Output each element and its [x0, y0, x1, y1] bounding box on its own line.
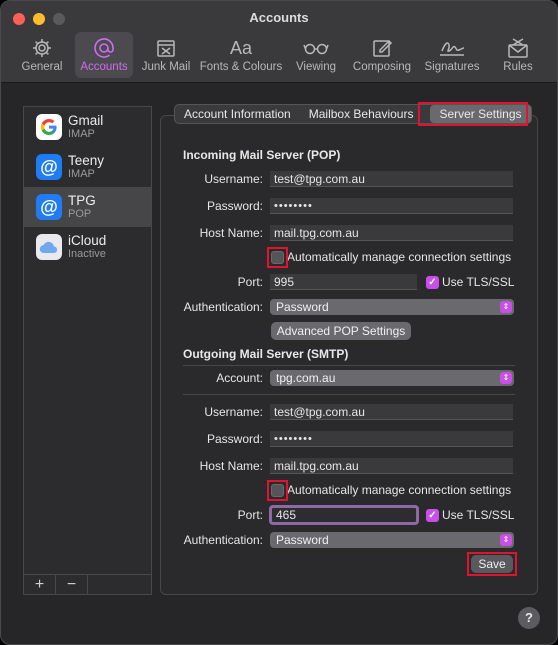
junk-icon	[155, 37, 177, 59]
rules-icon	[506, 37, 530, 59]
account-gmail[interactable]: Gmail IMAP	[24, 107, 151, 147]
incoming-host-label: Host Name:	[199, 226, 263, 240]
accounts-window: Accounts General Accounts Junk Mail Aa F…	[0, 0, 558, 645]
chevron-updown-icon: ⇕	[500, 372, 512, 384]
incoming-port-field[interactable]: 995	[270, 274, 417, 290]
toolbar-accounts[interactable]: Accounts	[75, 32, 133, 78]
account-divider	[183, 394, 515, 395]
tab-bar: Account Information Mailbox Behaviours S…	[174, 104, 532, 124]
toolbar-rules[interactable]: Rules	[489, 32, 547, 78]
incoming-username-field[interactable]: test@tpg.com.au	[270, 171, 513, 187]
outgoing-host-field[interactable]: mail.tpg.com.au	[270, 458, 513, 474]
chevron-updown-icon: ⇕	[500, 301, 512, 313]
accounts-sidebar: Gmail IMAP @ Teeny IMAP @ TPG POP iCloud	[23, 106, 152, 595]
tab-account-information[interactable]: Account Information	[175, 105, 300, 123]
title-bar: Accounts General Accounts Junk Mail Aa F…	[1, 1, 557, 83]
sidebar-controls: + −	[24, 574, 151, 594]
incoming-port-label: Port:	[237, 275, 263, 289]
outgoing-auth-select[interactable]: Password ⇕	[270, 532, 514, 548]
toolbar-signatures[interactable]: Signatures	[419, 32, 485, 78]
icloud-icon	[36, 234, 62, 260]
tab-mailbox-behaviours[interactable]: Mailbox Behaviours	[300, 105, 423, 123]
incoming-password-label: Password:	[206, 199, 263, 213]
incoming-auto-manage-checkbox[interactable]	[271, 251, 284, 264]
toolbar-junk-mail[interactable]: Junk Mail	[137, 32, 195, 78]
incoming-auth-label: Authentication:	[183, 300, 263, 314]
at-icon: @	[36, 194, 62, 220]
account-tpg[interactable]: @ TPG POP	[24, 187, 151, 227]
outgoing-host-label: Host Name:	[199, 459, 263, 473]
help-button[interactable]: ?	[518, 607, 540, 629]
account-teeny[interactable]: @ Teeny IMAP	[24, 147, 151, 187]
glasses-icon	[303, 37, 329, 59]
signature-icon	[437, 37, 467, 59]
preferences-toolbar: General Accounts Junk Mail Aa Fonts & Co…	[13, 32, 551, 80]
advanced-pop-settings-button[interactable]: Advanced POP Settings	[271, 322, 411, 340]
outgoing-section-title: Outgoing Mail Server (SMTP)	[183, 347, 349, 361]
account-icloud[interactable]: iCloud Inactive	[24, 227, 151, 267]
section-divider	[183, 365, 515, 366]
gear-icon	[31, 37, 53, 59]
toolbar-general[interactable]: General	[13, 32, 71, 78]
outgoing-username-label: Username:	[204, 405, 263, 419]
incoming-auth-select[interactable]: Password ⇕	[270, 299, 514, 315]
outgoing-account-select[interactable]: tpg.com.au ⇕	[270, 370, 514, 386]
outgoing-password-label: Password:	[206, 432, 263, 446]
font-icon: Aa	[229, 37, 253, 58]
incoming-username-label: Username:	[204, 172, 263, 186]
remove-account-button[interactable]: −	[56, 575, 88, 594]
outgoing-auto-manage-checkbox[interactable]	[271, 484, 284, 497]
incoming-tls-label: Use TLS/SSL	[442, 275, 515, 289]
tab-server-settings[interactable]: Server Settings	[430, 105, 531, 123]
save-button[interactable]: Save	[471, 555, 513, 573]
toolbar-viewing[interactable]: Viewing	[287, 32, 345, 78]
outgoing-tls-label: Use TLS/SSL	[442, 508, 515, 522]
incoming-tls-checkbox[interactable]: ✓	[426, 276, 439, 289]
toolbar-fonts-colours[interactable]: Aa Fonts & Colours	[199, 32, 283, 78]
at-icon: @	[36, 154, 62, 180]
outgoing-tls-checkbox[interactable]: ✓	[426, 509, 439, 522]
toolbar-composing[interactable]: Composing	[349, 32, 415, 78]
chevron-updown-icon: ⇕	[500, 534, 512, 546]
google-icon	[36, 114, 62, 140]
incoming-password-field[interactable]: ••••••••	[270, 198, 513, 214]
outgoing-username-field[interactable]: test@tpg.com.au	[270, 404, 513, 420]
incoming-auto-manage-label: Automatically manage connection settings	[287, 250, 512, 264]
outgoing-account-label: Account:	[216, 371, 263, 385]
add-account-button[interactable]: +	[24, 575, 56, 594]
outgoing-password-field[interactable]: ••••••••	[270, 431, 513, 447]
outgoing-auth-label: Authentication:	[183, 533, 263, 547]
outgoing-auto-manage-label: Automatically manage connection settings	[287, 483, 512, 497]
outgoing-port-field[interactable]: 465	[269, 505, 419, 525]
incoming-host-field[interactable]: mail.tpg.com.au	[270, 225, 513, 241]
window-title: Accounts	[249, 10, 309, 25]
incoming-section-title: Incoming Mail Server (POP)	[183, 148, 341, 162]
at-icon	[93, 37, 115, 59]
compose-icon	[371, 37, 393, 59]
outgoing-port-label: Port:	[237, 508, 263, 522]
